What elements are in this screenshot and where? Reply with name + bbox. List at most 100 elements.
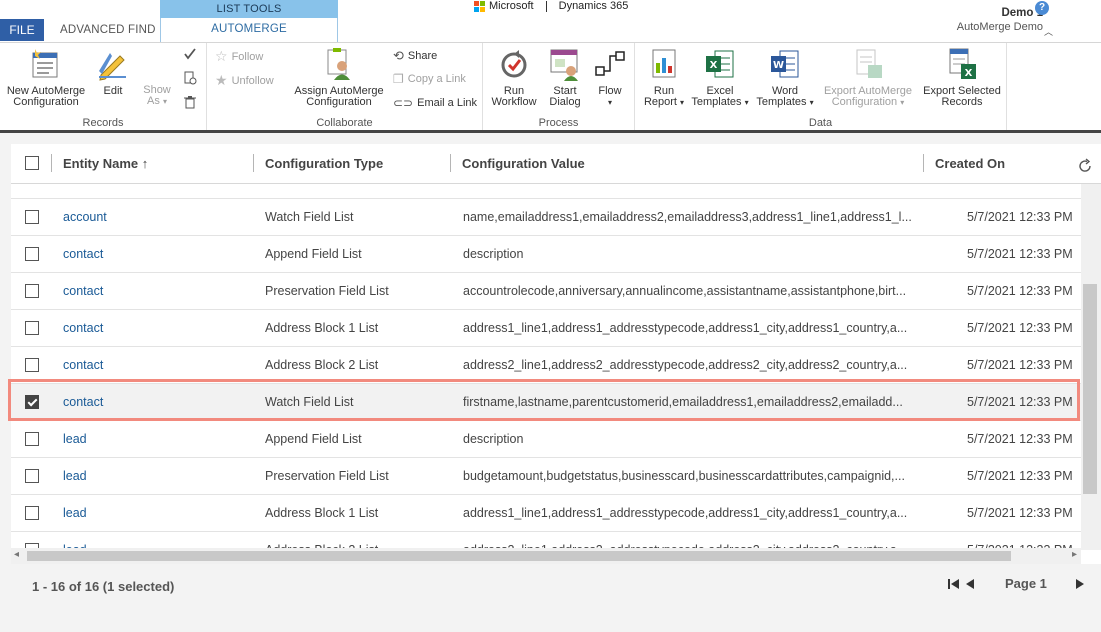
created-on-cell: 5/7/2021 12:33 PM [967, 321, 1073, 335]
new-automerge-configuration-button[interactable]: New AutoMerge Configuration [3, 47, 89, 108]
row-checkbox[interactable] [25, 395, 39, 409]
show-as-button[interactable]: Show As ▾ [140, 85, 174, 107]
ribbon-group-records: New AutoMerge Configuration Edit Show As… [0, 43, 207, 131]
created-on-cell: 5/7/2021 12:33 PM [967, 506, 1073, 520]
table-row[interactable]: lead Preservation Field List budgetamount,… [11, 458, 1081, 495]
record-count-status: 1 - 16 of 16 (1 selected) [32, 579, 175, 594]
edit-label: Edit [103, 85, 123, 97]
chevron-up-icon[interactable]: ︿ [1044, 25, 1053, 38]
column-header-created-on[interactable]: Created On [935, 156, 1005, 171]
svg-text:X: X [710, 60, 718, 71]
previous-page-icon[interactable] [965, 577, 975, 591]
brand-product: Dynamics 365 [558, 0, 629, 12]
select-all-checkbox[interactable] [25, 156, 39, 170]
configuration-type-cell: Append Field List [265, 247, 362, 261]
unfollow-button[interactable]: ★ Unfollow [215, 72, 274, 89]
pager: Page 1 [947, 576, 1085, 591]
horizontal-scrollbar[interactable]: ◂ ▸ [11, 548, 1081, 564]
vertical-scrollbar[interactable] [1081, 184, 1101, 550]
email-link-button[interactable]: ⊂⊃ Email a Link [393, 96, 477, 110]
word-templates-button[interactable]: W Word Templates ▾ [753, 47, 817, 108]
help-icon[interactable]: ? [1035, 1, 1049, 15]
created-on-cell: 5/7/2021 12:33 PM [967, 247, 1073, 261]
deactivate-document-icon [184, 71, 197, 85]
context-group-label: LIST TOOLS [160, 0, 338, 18]
row-checkbox[interactable] [25, 321, 39, 335]
word-label-2: Templates [756, 96, 807, 108]
table-row[interactable]: contact Address Block 2 List address2_line… [11, 347, 1081, 384]
svg-text:X: X [965, 68, 973, 79]
configuration-type-cell: Preservation Field List [265, 284, 389, 298]
export-automerge-configuration-button[interactable]: Export AutoMerge Configuration ▾ [819, 47, 917, 108]
configuration-value-cell: firstname,lastname,parentcustomerid,emai… [463, 395, 903, 409]
table-row[interactable]: leadAddress Block 2 Listaddress2_line1,a… [11, 532, 1081, 548]
chevron-down-icon: ▾ [900, 98, 905, 107]
next-page-icon[interactable] [1075, 577, 1085, 591]
run-workflow-label-2: Workflow [491, 96, 537, 108]
chevron-down-icon: ▾ [809, 98, 814, 107]
table-row[interactable]: contact Watch Field List firstname,lastnam… [11, 384, 1081, 421]
created-on-cell: 5/7/2021 12:33 PM [967, 284, 1073, 298]
user-info[interactable]: Demo 1 AutoMerge Demo [957, 7, 1043, 33]
tab-advanced-find[interactable]: ADVANCED FIND [60, 24, 156, 36]
email-link-label: Email a Link [417, 97, 478, 109]
created-on-cell: 5/7/2021 12:33 PM [967, 432, 1073, 446]
deactivate-button[interactable] [183, 71, 197, 85]
copy-link-button[interactable]: ❐ Copy a Link [393, 72, 466, 86]
entity-name-link[interactable]: contact [63, 284, 103, 298]
table-row[interactable]: contact Preservation Field List accountrol… [11, 273, 1081, 310]
grid-rows: account Watch Field List name,emailaddress… [11, 184, 1081, 548]
row-checkbox[interactable] [25, 210, 39, 224]
entity-name-link[interactable]: contact [63, 395, 103, 409]
scroll-right-icon[interactable]: ▸ [1072, 549, 1077, 560]
entity-name-link[interactable]: contact [63, 358, 103, 372]
configuration-value-cell: address1_line1,address1_addresstypecode,… [463, 506, 908, 520]
scroll-left-icon[interactable]: ◂ [14, 549, 19, 560]
row-checkbox[interactable] [25, 469, 39, 483]
row-checkbox[interactable] [25, 506, 39, 520]
table-row[interactable]: lead Address Block 1 List address1_line1,a… [11, 495, 1081, 532]
delete-button[interactable] [183, 95, 197, 109]
refresh-icon[interactable] [1077, 158, 1093, 174]
first-page-icon[interactable] [947, 577, 961, 591]
table-row[interactable]: contact Append Field List description 5/7/2… [11, 236, 1081, 273]
vertical-scroll-thumb[interactable] [1083, 284, 1097, 494]
entity-name-link[interactable]: lead [63, 432, 87, 446]
assign-button[interactable]: Assign AutoMerge Configuration [289, 47, 389, 108]
table-row[interactable] [11, 184, 1081, 199]
edit-button[interactable]: Edit [94, 47, 132, 97]
export-selected-records-button[interactable]: X Export Selected Records [921, 47, 1003, 108]
flow-label: Flow [598, 85, 622, 97]
sort-ascending-icon: ↑ [141, 156, 149, 171]
activate-button[interactable] [183, 47, 197, 61]
follow-button[interactable]: ☆ Follow [215, 48, 263, 65]
table-row[interactable]: contact Address Block 1 List address1_line… [11, 310, 1081, 347]
run-workflow-button[interactable]: Run Workflow [487, 47, 541, 108]
row-checkbox[interactable] [25, 284, 39, 298]
table-row[interactable]: lead Append Field List description 5/7/2021… [11, 421, 1081, 458]
entity-name-link[interactable]: contact [63, 321, 103, 335]
row-checkbox[interactable] [25, 247, 39, 261]
row-checkbox[interactable] [25, 358, 39, 372]
horizontal-scroll-thumb[interactable] [27, 551, 1011, 561]
edit-icon [96, 47, 130, 81]
start-dialog-label-2: Dialog [549, 96, 581, 108]
entity-name-link[interactable]: lead [63, 506, 87, 520]
entity-name-link[interactable]: lead [63, 469, 87, 483]
entity-name-link[interactable]: contact [63, 247, 103, 261]
run-report-button[interactable]: Run Report ▾ [639, 47, 689, 108]
tab-file[interactable]: FILE [0, 19, 44, 41]
excel-templates-button[interactable]: X Excel Templates ▾ [689, 47, 751, 108]
top-header: FILE ADVANCED FIND LIST TOOLS AUTOMERGE … [0, 0, 1101, 57]
column-header-configuration-type[interactable]: Configuration Type [265, 156, 383, 171]
tab-automerge-configuration[interactable]: AUTOMERGE CONFIGURATION [160, 18, 338, 57]
start-dialog-button[interactable]: Start Dialog [543, 47, 587, 108]
share-icon: ⟲ [393, 48, 404, 63]
column-header-entity-name[interactable]: Entity Name ↑ [63, 156, 148, 171]
table-row[interactable]: account Watch Field List name,emailaddress… [11, 199, 1081, 236]
flow-button[interactable]: Flow ▾ [591, 47, 629, 108]
row-checkbox[interactable] [25, 432, 39, 446]
share-button[interactable]: ⟲ Share [393, 48, 437, 64]
column-header-configuration-value[interactable]: Configuration Value [462, 156, 585, 171]
entity-name-link[interactable]: account [63, 210, 107, 224]
